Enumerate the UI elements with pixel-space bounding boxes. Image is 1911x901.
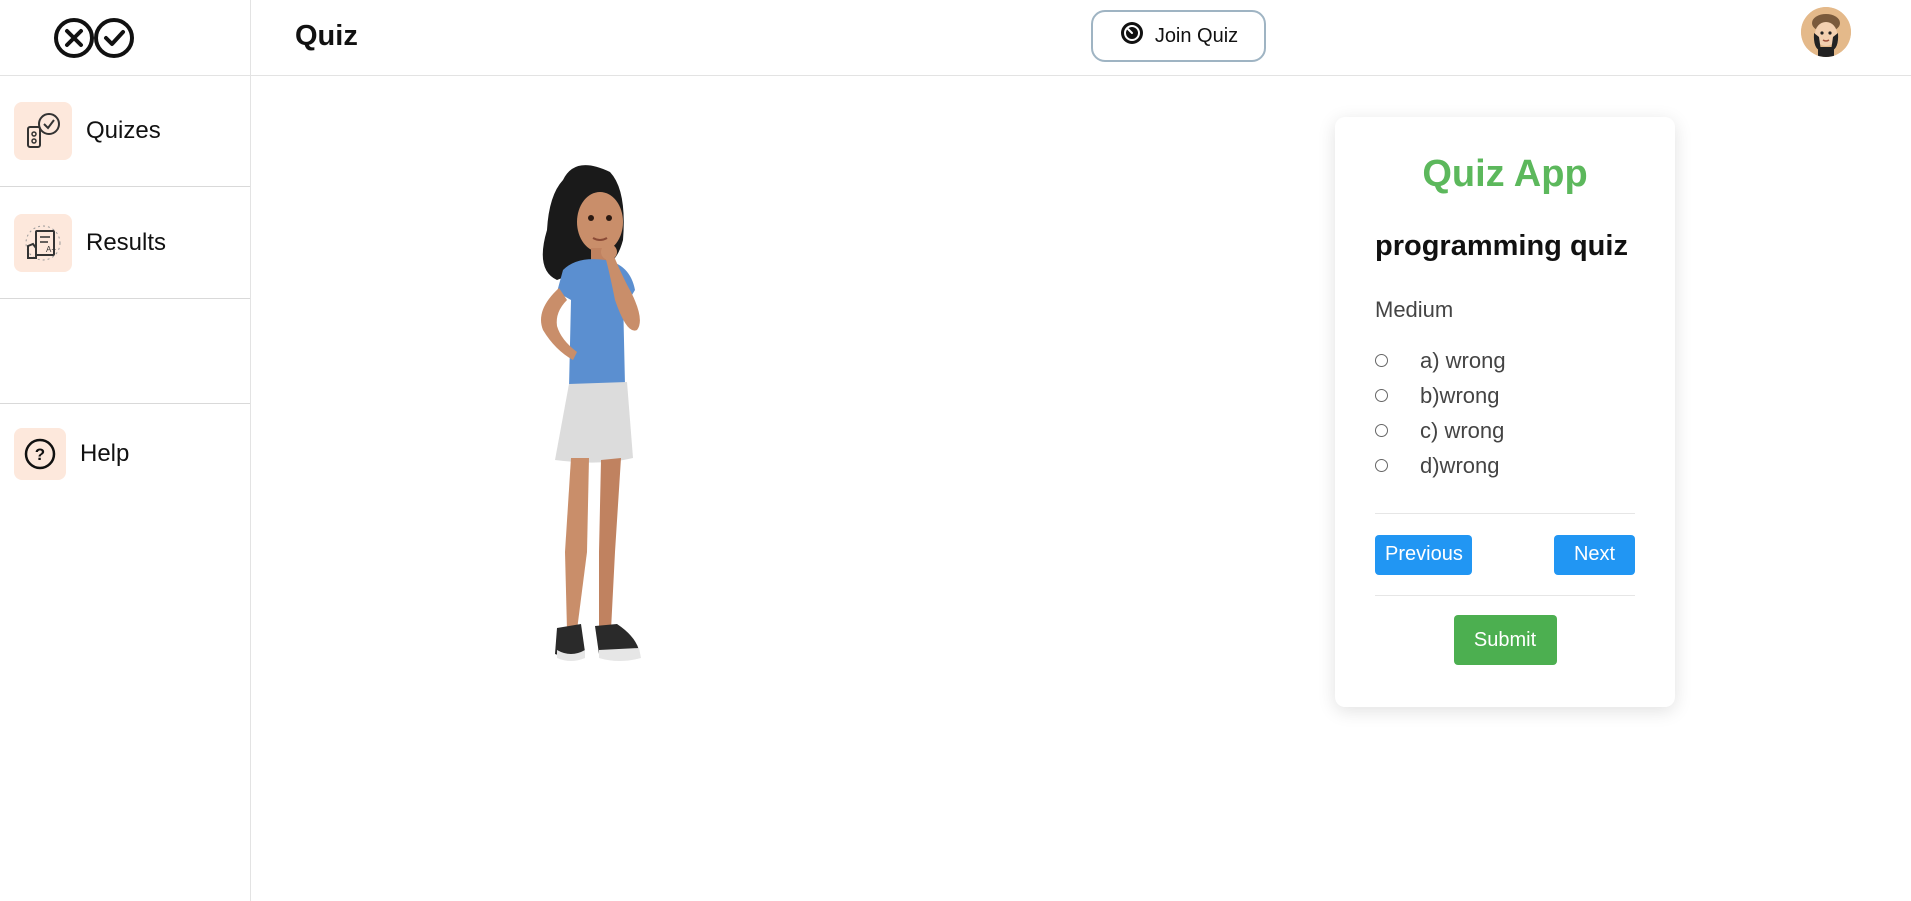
sidebar-item-results[interactable]: A+ Results: [0, 187, 250, 299]
next-button[interactable]: Next: [1554, 534, 1635, 575]
timer-icon: [1119, 20, 1145, 52]
page-title: Quiz: [295, 20, 358, 52]
top-header: Quiz Join Quiz: [251, 0, 1911, 76]
results-icon: A+: [14, 213, 72, 272]
submit-button[interactable]: Submit: [1453, 615, 1557, 665]
svg-text:A+: A+: [46, 245, 56, 254]
difficulty-label: Medium: [1375, 297, 1454, 322]
answer-option[interactable]: d)wrong: [1375, 448, 1635, 483]
divider: [1375, 595, 1635, 596]
quiz-name: programming quiz: [1375, 230, 1628, 262]
radio-button[interactable]: [1375, 354, 1388, 367]
character-illustration: [505, 160, 675, 675]
previous-button[interactable]: Previous: [1375, 534, 1472, 575]
radio-button[interactable]: [1375, 424, 1388, 437]
radio-button[interactable]: [1375, 389, 1388, 402]
option-label: c) wrong: [1420, 417, 1505, 443]
join-quiz-button[interactable]: Join Quiz: [1091, 10, 1266, 62]
sidebar-item-label: Results: [86, 228, 167, 256]
join-quiz-label: Join Quiz: [1154, 24, 1239, 47]
sidebar-item-label: Quizes: [86, 117, 161, 144]
quiz-card: Quiz App programming quiz Medium a) wron…: [1335, 117, 1675, 707]
question-nav: Previous Next: [1375, 514, 1635, 595]
sidebar: Quizes A+ Results ? Help: [0, 0, 251, 901]
logo-icon: [54, 17, 134, 58]
answer-option[interactable]: a) wrong: [1375, 343, 1635, 378]
option-label: d)wrong: [1420, 452, 1500, 478]
answer-option[interactable]: c) wrong: [1375, 413, 1635, 448]
answer-option[interactable]: b)wrong: [1375, 378, 1635, 413]
help-icon: ?: [14, 428, 66, 480]
avatar[interactable]: [1801, 7, 1851, 57]
submit-row: Submit: [1375, 615, 1635, 665]
svg-text:?: ?: [35, 445, 45, 464]
answer-options: a) wrong b)wrong c) wrong d)wrong: [1375, 343, 1635, 483]
quiz-icon: [14, 102, 72, 160]
option-label: a) wrong: [1420, 347, 1506, 373]
sidebar-item-help[interactable]: ? Help: [0, 404, 250, 504]
option-label: b)wrong: [1420, 382, 1500, 408]
sidebar-item-label: Help: [80, 440, 130, 467]
logo[interactable]: [0, 0, 250, 76]
radio-button[interactable]: [1375, 459, 1388, 472]
sidebar-spacer: [0, 299, 250, 404]
sidebar-item-quizes[interactable]: Quizes: [0, 76, 250, 187]
app-title: Quiz App: [1422, 153, 1588, 195]
